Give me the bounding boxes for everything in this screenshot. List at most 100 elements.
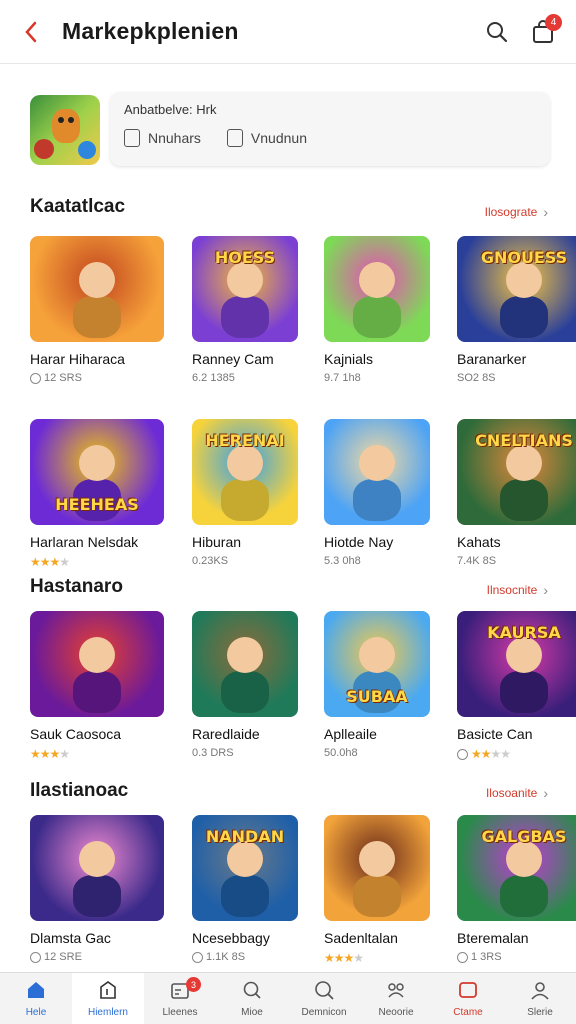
character-body [500, 296, 548, 338]
game-card[interactable]: SUBAA Aplleaile 50.0h8 [324, 611, 444, 761]
game-thumbnail[interactable] [324, 419, 430, 525]
game-art-title: GNOUESS [480, 248, 568, 267]
game-card[interactable]: HEEHEAS Harlaran Nelsdak ★★★★ [30, 419, 164, 569]
game-card[interactable]: GNOUESS Baranarker SO2 8S [457, 236, 576, 384]
game-thumbnail[interactable]: CNELTIANS [457, 419, 576, 525]
section-title-1: Kaatatlcac [30, 196, 126, 217]
game-thumbnail[interactable] [324, 815, 430, 921]
nav-item-0[interactable]: Hele [0, 973, 72, 1024]
game-meta: 7.4K 8S [457, 555, 576, 567]
nav-item-2[interactable]: Lleenes 3 [144, 973, 216, 1024]
game-meta: 0.23KS [192, 555, 312, 567]
search-button[interactable] [474, 0, 520, 64]
character-art [506, 262, 542, 298]
character-body [500, 671, 548, 713]
character-body [221, 296, 269, 338]
featured-banner[interactable]: Anbatbelve: Hrk Nnuhars Vnudnun [30, 92, 550, 170]
game-title: Sadenltalan [324, 930, 398, 946]
see-all-link-3[interactable]: Ilosoanite › [486, 785, 548, 801]
game-card[interactable]: HOESS Ranney Cam 6.2 1385 [192, 236, 312, 384]
game-grid-1-row-1: Harar Hiharaca 12 SRS HOESS Ranney Cam 6.2 1… [30, 236, 576, 384]
game-card[interactable]: GALGBAS Bteremalan 1 3RS [457, 815, 576, 965]
nav-label: Hiemlern [87, 1007, 128, 1018]
game-card[interactable]: Sadenltalan ★★★★ [324, 815, 444, 965]
game-size: 1.1K 8S [206, 951, 246, 963]
star-icon: ★ [30, 555, 41, 569]
gamepad-icon [385, 979, 407, 1004]
game-card[interactable]: Harar Hiharaca 12 SRS [30, 236, 164, 384]
game-title: Baranarker [457, 351, 527, 367]
star-icon: ★ [39, 555, 51, 569]
character-art [79, 262, 115, 298]
checkbox-icon [226, 129, 243, 147]
featured-option-1[interactable]: Nnuhars [124, 129, 201, 147]
game-art-title: KAURSA [487, 623, 561, 642]
game-thumbnail[interactable] [324, 236, 430, 342]
bottom-nav: Hele Hiemlern Lleenes 3 Mioe Demnicon Neoorie C… [0, 972, 576, 1024]
game-art-title: NANDAN [205, 827, 285, 846]
game-card[interactable]: Hiotde Nay 5.3 0h8 [324, 419, 444, 569]
chevron-right-icon: › [543, 204, 548, 220]
see-all-label: Ilnsocnite [486, 583, 538, 597]
game-thumbnail[interactable]: KAURSA [457, 611, 576, 717]
game-title: Sauk Caosoca [30, 726, 122, 742]
nav-label: Hele [25, 1007, 47, 1018]
character-art [359, 637, 395, 673]
game-thumbnail[interactable] [30, 815, 164, 921]
nav-item-1[interactable]: Hiemlern [72, 973, 144, 1024]
game-thumbnail[interactable] [192, 611, 298, 717]
see-all-link-1[interactable]: Ilosograte › [485, 204, 548, 220]
game-card[interactable]: NANDAN Ncesebbagy 1.1K 8S [192, 815, 312, 965]
featured-card: Anbatbelve: Hrk Nnuhars Vnudnun [110, 92, 550, 166]
game-thumbnail[interactable]: GNOUESS [457, 236, 576, 342]
nav-item-7[interactable]: Slerie [504, 973, 576, 1024]
character-body [221, 875, 269, 917]
game-card[interactable]: HERENAI Hiburan 0.23KS [192, 419, 312, 569]
game-card[interactable]: Kajnials 9.7 1h8 [324, 236, 444, 384]
location-icon [457, 951, 468, 963]
game-thumbnail[interactable]: HEEHEAS [30, 419, 164, 525]
game-card[interactable]: KAURSA Basicte Can ★★★★ [457, 611, 576, 761]
character-art [506, 841, 542, 877]
section-title-2: Hastanaro [30, 576, 123, 597]
featured-thumbnail[interactable] [30, 95, 100, 165]
game-thumbnail[interactable]: HOESS [192, 236, 298, 342]
game-thumbnail[interactable]: NANDAN [192, 815, 298, 921]
game-thumbnail[interactable]: GALGBAS [457, 815, 576, 921]
chat-icon [241, 979, 263, 1004]
featured-label: Anbatbelve: Hrk [124, 102, 217, 117]
game-size: 12 SRS [44, 372, 82, 384]
game-thumbnail[interactable] [30, 236, 164, 342]
star-icon: ★ [59, 555, 70, 569]
game-thumbnail[interactable]: HERENAI [192, 419, 298, 525]
game-thumbnail[interactable] [30, 611, 164, 717]
see-all-label: Ilosoanite [485, 786, 538, 800]
game-card[interactable]: Raredlaide 0.3 DRS [192, 611, 312, 761]
game-thumbnail[interactable]: SUBAA [324, 611, 430, 717]
chevron-left-icon [25, 21, 37, 42]
game-title: Kahats [457, 534, 501, 550]
back-button[interactable] [0, 0, 62, 64]
game-card[interactable]: Dlamsta Gac 12 SRE [30, 815, 164, 965]
tag-icon [97, 979, 119, 1004]
see-all-link-2[interactable]: Ilnsocnite › [487, 582, 548, 598]
game-title: Hiotde Nay [324, 534, 394, 550]
game-meta: 9.7 1h8 [324, 372, 444, 384]
cart-button[interactable]: 4 [520, 0, 566, 64]
star-icon: ★ [333, 951, 345, 965]
game-art-title: HEEHEAS [55, 495, 139, 514]
star-icon: ★ [49, 555, 61, 569]
character-art [359, 262, 395, 298]
nav-item-5[interactable]: Neoorie [360, 973, 432, 1024]
featured-option-2[interactable]: Vnudnun [226, 129, 307, 147]
profile-icon [529, 979, 551, 1004]
nav-item-3[interactable]: Mioe [216, 973, 288, 1024]
star-icon: ★ [59, 747, 70, 761]
game-art-title: HOESS [214, 248, 276, 267]
game-card[interactable]: Sauk Caosoca ★★★★ [30, 611, 164, 761]
nav-item-4[interactable]: Demnicon [288, 973, 360, 1024]
location-icon [30, 372, 41, 384]
nav-item-6[interactable]: Ctame [432, 973, 504, 1024]
game-card[interactable]: CNELTIANS Kahats 7.4K 8S [457, 419, 576, 569]
game-title: Harlaran Nelsdak [30, 534, 139, 550]
